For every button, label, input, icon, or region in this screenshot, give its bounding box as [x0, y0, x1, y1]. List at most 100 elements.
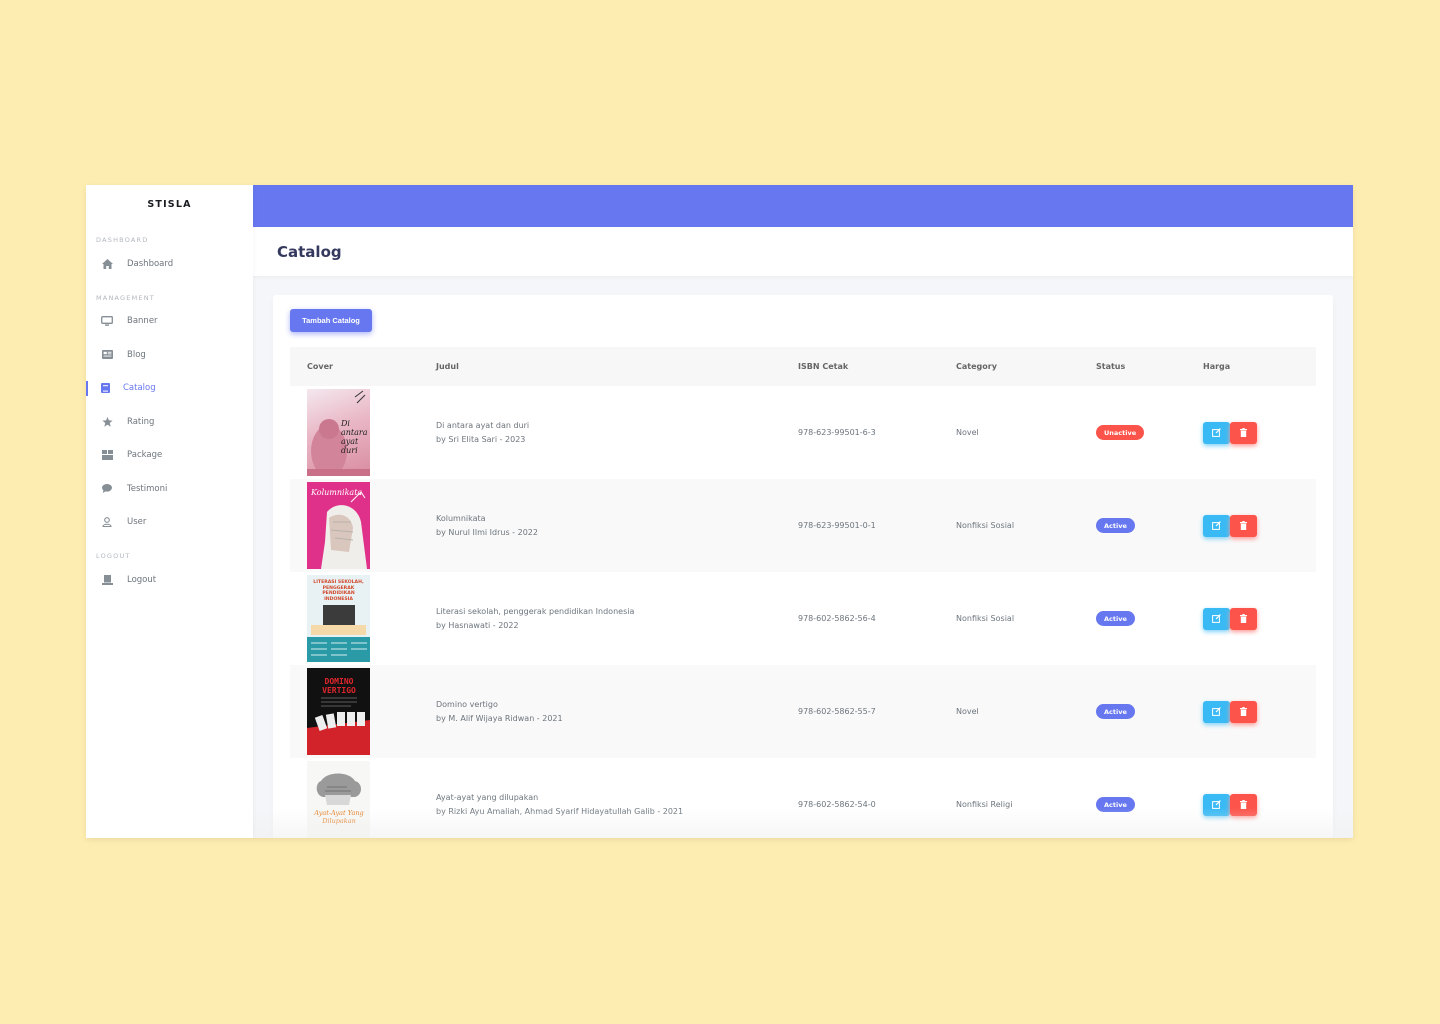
- cover-title-text: Ayat-Ayat Yang Dilupakan: [314, 809, 364, 825]
- book-cover-image: Kolumnikata: [307, 482, 370, 569]
- isbn-cell: 978-602-5862-54-0: [798, 800, 876, 809]
- category-cell: Nonfiksi Religi: [956, 800, 1013, 809]
- sidebar-item-dashboard[interactable]: Dashboard: [86, 247, 253, 281]
- sidebar-item-label: Blog: [127, 349, 146, 360]
- add-catalog-button[interactable]: Tambah Catalog: [290, 309, 372, 332]
- comment-icon: [100, 482, 114, 496]
- sidebar-item-catalog[interactable]: Catalog: [86, 372, 253, 406]
- page-header: Catalog: [253, 227, 1353, 276]
- sidebar-item-logout[interactable]: Logout: [86, 563, 253, 597]
- column-header-cover[interactable]: Cover: [290, 362, 420, 371]
- isbn-cell: 978-623-99501-6-3: [798, 428, 876, 437]
- logout-icon: [100, 573, 114, 587]
- sidebar-item-blog[interactable]: Blog: [86, 338, 253, 372]
- sidebar-item-banner[interactable]: Banner: [86, 305, 253, 339]
- category-cell: Novel: [956, 707, 979, 716]
- edit-button[interactable]: [1203, 514, 1230, 537]
- sidebar-item-label: Catalog: [123, 383, 156, 394]
- status-badge: Active: [1096, 518, 1135, 533]
- top-navbar: [253, 185, 1353, 227]
- column-header-judul[interactable]: Judul: [420, 360, 798, 374]
- monitor-icon: [100, 314, 114, 328]
- edit-button[interactable]: [1203, 793, 1230, 816]
- delete-button[interactable]: [1230, 793, 1257, 816]
- table-header: Cover Judul ISBN Cetak Category Status H…: [290, 347, 1316, 386]
- sidebar-item-user[interactable]: User: [86, 506, 253, 540]
- book-cover-image: LITERASI SEKOLAH, PENGGERAK PENDIDIKAN I…: [307, 575, 370, 662]
- book-title: Di antara ayat dan duri: [436, 420, 530, 430]
- catalog-card: Tambah Catalog Cover Judul ISBN Cetak Ca…: [273, 295, 1333, 838]
- book-title: Ayat-ayat yang dilupakan: [436, 792, 539, 802]
- status-badge: Unactive: [1096, 425, 1145, 440]
- category-cell: Novel: [956, 428, 979, 437]
- isbn-cell: 978-602-5862-55-7: [798, 707, 876, 716]
- book-title: Kolumnikata: [436, 513, 486, 523]
- home-icon: [100, 257, 114, 271]
- edit-icon: [1212, 428, 1221, 437]
- book-icon: [98, 381, 112, 395]
- menu-header-management: MANAGEMENT: [96, 293, 155, 302]
- book-byline: by Sri Elita Sari - 2023: [436, 434, 526, 444]
- trash-icon: [1240, 428, 1247, 437]
- edit-icon: [1212, 521, 1221, 530]
- delete-button[interactable]: [1230, 700, 1257, 723]
- category-cell: Nonfiksi Sosial: [956, 521, 1015, 530]
- table-row: Ayat-Ayat Yang Dilupakan Ayat-ayat yang …: [290, 758, 1316, 838]
- category-cell: Nonfiksi Sosial: [956, 614, 1015, 623]
- edit-button[interactable]: [1203, 700, 1230, 723]
- table-row: DOMINO VERTIGO Domino vertigo by M. Alif…: [290, 665, 1316, 758]
- brand-logo[interactable]: STISLA: [86, 185, 253, 223]
- isbn-cell: 978-623-99501-0-1: [798, 521, 876, 530]
- newspaper-icon: [100, 348, 114, 362]
- book-title: Domino vertigo: [436, 699, 498, 709]
- isbn-cell: 978-602-5862-56-4: [798, 614, 876, 623]
- sidebar-item-rating[interactable]: Rating: [86, 405, 253, 439]
- book-byline: by Nurul Ilmi Idrus - 2022: [436, 527, 538, 537]
- edit-icon: [1212, 614, 1221, 623]
- book-byline: by M. Alif Wijaya Ridwan - 2021: [436, 713, 563, 723]
- column-header-harga[interactable]: Harga: [1203, 362, 1230, 371]
- menu-header-dashboard: DASHBOARD: [96, 236, 149, 244]
- status-badge: Active: [1096, 611, 1135, 626]
- column-header-category[interactable]: Category: [956, 362, 1096, 371]
- edit-button[interactable]: [1203, 607, 1230, 630]
- table-row: LITERASI SEKOLAH, PENGGERAK PENDIDIKAN I…: [290, 572, 1316, 665]
- table-row: Di antara ayat duri Di antara ayat dan d…: [290, 386, 1316, 479]
- trash-icon: [1240, 521, 1247, 530]
- box-icon: [100, 448, 114, 462]
- book-title: Literasi sekolah, penggerak pendidikan I…: [436, 606, 635, 616]
- sidebar-item-label: Logout: [127, 574, 157, 585]
- edit-button[interactable]: [1203, 421, 1230, 444]
- app-window: STISLA DASHBOARD Dashboard MANAGEMENT Ba…: [86, 185, 1353, 838]
- trash-icon: [1240, 707, 1247, 716]
- menu-header-logout: LOGOUT: [96, 552, 131, 560]
- book-byline: by Rizki Ayu Amaliah, Ahmad Syarif Hiday…: [436, 806, 684, 816]
- column-header-isbn[interactable]: ISBN Cetak: [798, 362, 956, 371]
- book-cover-image: Ayat-Ayat Yang Dilupakan: [307, 761, 370, 838]
- status-badge: Active: [1096, 797, 1135, 812]
- trash-icon: [1240, 614, 1247, 623]
- status-badge: Active: [1096, 704, 1135, 719]
- sidebar-item-label: Rating: [127, 416, 155, 427]
- edit-icon: [1212, 800, 1221, 809]
- page-title: Catalog: [277, 242, 342, 261]
- column-header-status[interactable]: Status: [1096, 362, 1203, 371]
- delete-button[interactable]: [1230, 607, 1257, 630]
- catalog-table: Cover Judul ISBN Cetak Category Status H…: [290, 347, 1316, 838]
- edit-icon: [1212, 707, 1221, 716]
- table-row: Kolumnikata Kolumnikata by Nurul Ilmi Id…: [290, 479, 1316, 572]
- delete-button[interactable]: [1230, 421, 1257, 444]
- sidebar-item-package[interactable]: Package: [86, 439, 253, 473]
- sidebar-item-label: User: [127, 517, 147, 528]
- star-icon: [100, 415, 114, 429]
- delete-button[interactable]: [1230, 514, 1257, 537]
- book-byline: by Hasnawati - 2022: [436, 620, 519, 630]
- book-cover-image: DOMINO VERTIGO: [307, 668, 370, 755]
- sidebar: STISLA DASHBOARD Dashboard MANAGEMENT Ba…: [86, 185, 253, 838]
- sidebar-item-testimoni[interactable]: Testimoni: [86, 472, 253, 506]
- cover-title-text: Kolumnikata: [311, 488, 363, 497]
- cover-art: [316, 773, 361, 805]
- sidebar-item-label: Dashboard: [127, 258, 174, 269]
- book-cover-image: Di antara ayat duri: [307, 389, 370, 476]
- cover-title-text: Di antara ayat duri: [341, 419, 368, 455]
